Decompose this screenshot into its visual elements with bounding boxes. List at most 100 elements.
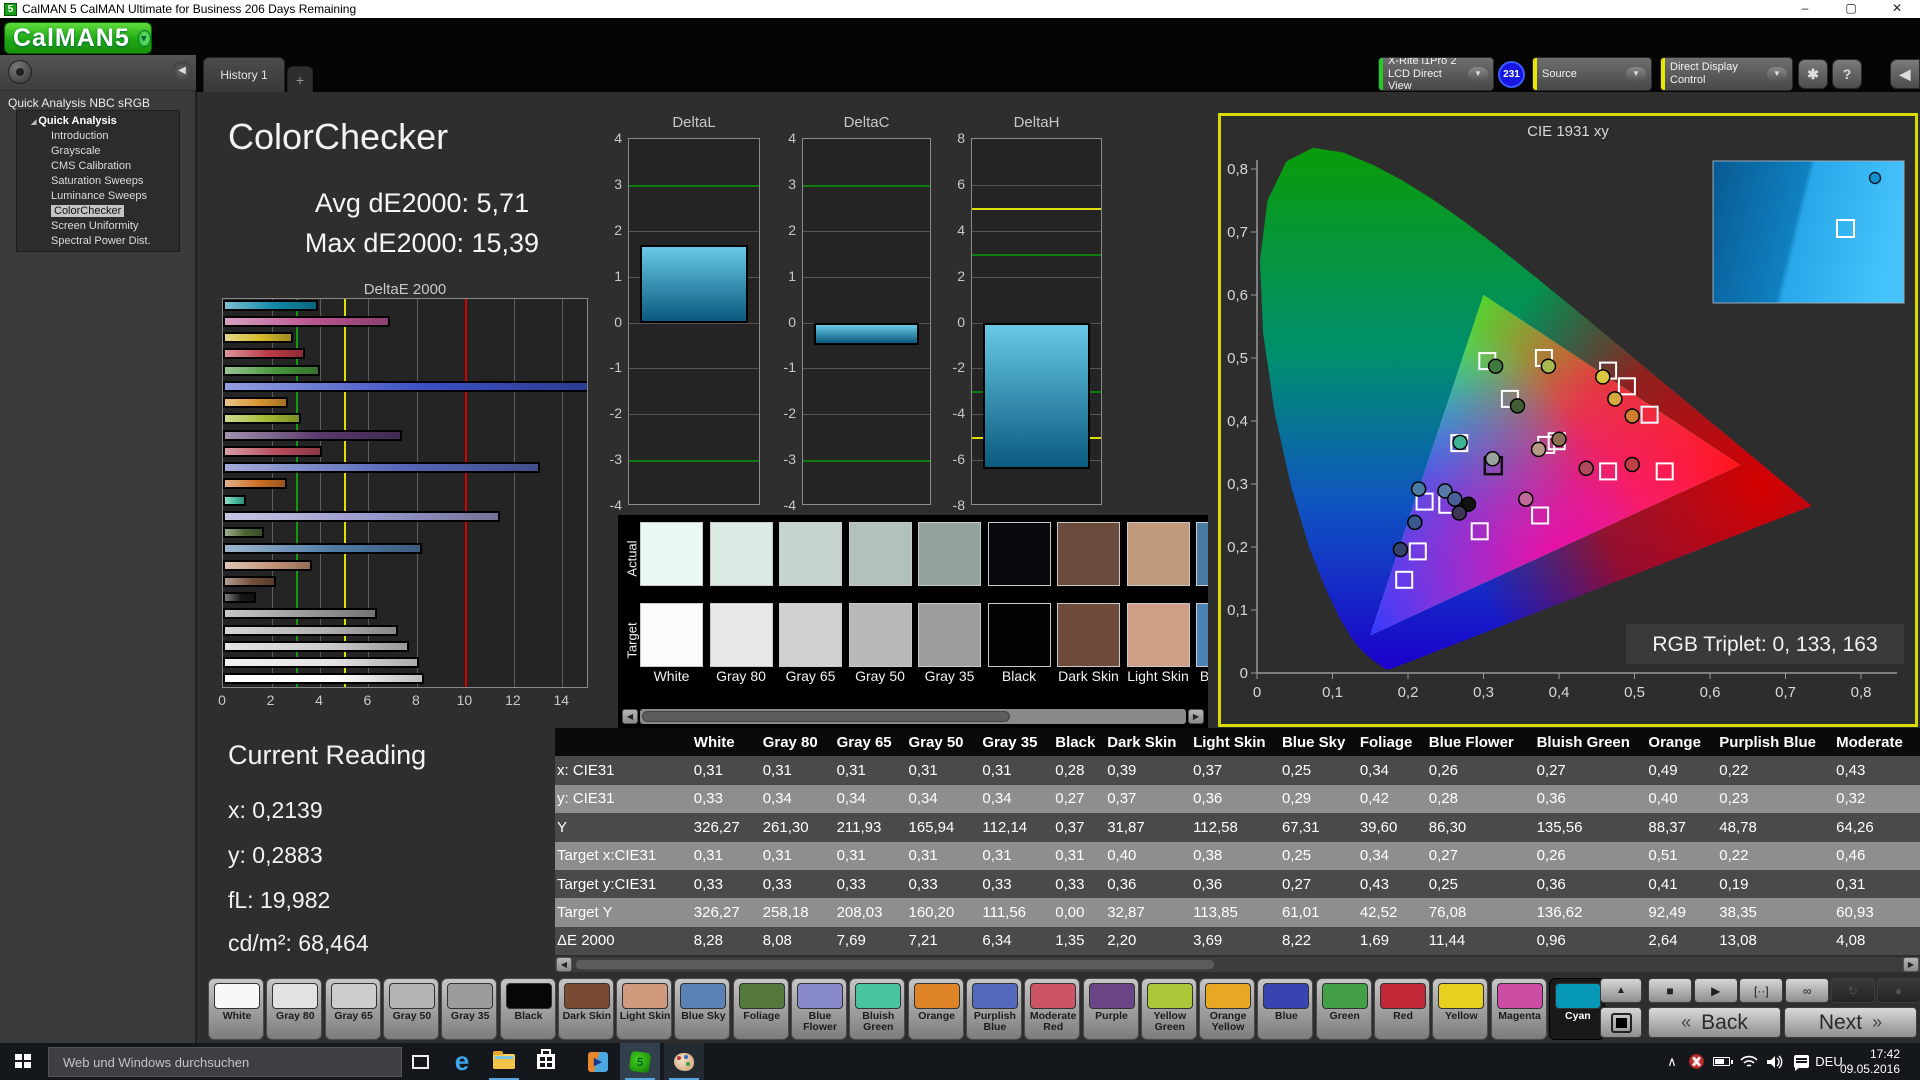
tab-history-1[interactable]: History 1 [203, 57, 285, 92]
table-cell: 0,36 [1536, 790, 1566, 808]
sidebar-item-screen-uniformity[interactable]: Screen Uniformity [17, 219, 179, 234]
pattern-button-yellow-green[interactable]: Yellow Green [1140, 978, 1197, 1040]
deltaL-y-tick: -4 [609, 497, 622, 513]
tray-expand-button[interactable]: ∧ [1660, 1043, 1684, 1080]
record-button[interactable]: ● [1876, 978, 1920, 1003]
pattern-window-button[interactable] [1600, 1007, 1642, 1038]
source-dropdown[interactable]: Source ▼ [1532, 57, 1652, 91]
svg-text:0,3: 0,3 [1473, 684, 1494, 701]
display-control-dropdown[interactable]: Direct Display Control ▼ [1660, 57, 1793, 91]
task-view-icon [411, 1054, 429, 1069]
pattern-button-purplish-blue[interactable]: Purplish Blue [965, 978, 1022, 1040]
maximize-button[interactable]: ▢ [1828, 0, 1874, 18]
table-cell: 0,28 [1055, 762, 1085, 780]
sidebar-item-grayscale[interactable]: Grayscale [17, 144, 179, 159]
swatch-scrollbar[interactable] [640, 709, 1186, 724]
table-cell: 0,38 [1193, 847, 1223, 865]
record-dot-button[interactable] [8, 60, 32, 84]
sidebar-item-introduction[interactable]: Introduction [17, 129, 179, 144]
deltaC-y-tick: -3 [783, 451, 796, 468]
pattern-button-gray-65[interactable]: Gray 65 [324, 978, 381, 1040]
settings-button[interactable]: ✱ [1798, 59, 1828, 89]
table-cell: 0,00 [1055, 904, 1085, 922]
task-view-button[interactable] [400, 1043, 440, 1080]
deltaC-y-tick: 2 [788, 221, 796, 238]
strip-collapse-button[interactable]: ▲ [1600, 978, 1642, 1003]
sidebar-item-quick-analysis[interactable]: Quick Analysis [17, 114, 179, 129]
loop-button[interactable]: ∞ [1785, 978, 1830, 1003]
media-player-button[interactable]: ▶ [578, 1043, 618, 1080]
close-button[interactable]: ✕ [1874, 0, 1920, 18]
collapse-panel-button[interactable]: ◀ [1890, 59, 1920, 89]
svg-text:0: 0 [1240, 665, 1248, 682]
taskbar-clock[interactable]: 17:42 09.05.2016 [1840, 1047, 1900, 1077]
cie-measured-point [1530, 441, 1547, 458]
pattern-button-gray-80[interactable]: Gray 80 [266, 978, 323, 1040]
scroll-right-icon[interactable]: ▶ [1188, 709, 1204, 724]
pattern-button-moderate-red[interactable]: Moderate Red [1024, 978, 1081, 1040]
step-button[interactable]: [··] [1739, 978, 1784, 1003]
meter-dropdown[interactable]: X-Rite i1Pro 2 LCD Direct View ▼ [1378, 57, 1494, 91]
tray-app-button[interactable] [1684, 1043, 1708, 1080]
play-button[interactable]: ▶ [1693, 978, 1738, 1003]
pattern-button-blue[interactable]: Blue [1257, 978, 1314, 1040]
sidebar-item-spectral-power-dist-[interactable]: Spectral Power Dist. [17, 234, 179, 249]
pattern-chip [214, 983, 260, 1009]
sidebar-item-cms-calibration[interactable]: CMS Calibration [17, 159, 179, 174]
stop-button[interactable]: ■ [1648, 978, 1692, 1003]
pattern-button-green[interactable]: Green [1315, 978, 1372, 1040]
edge-browser-button[interactable]: e [442, 1043, 482, 1080]
pattern-button-blue-sky[interactable]: Blue Sky [674, 978, 731, 1040]
file-explorer-button[interactable] [484, 1043, 524, 1080]
store-button[interactable] [526, 1043, 566, 1080]
pattern-button-gray-35[interactable]: Gray 35 [441, 978, 498, 1040]
pattern-button-orange[interactable]: Orange [907, 978, 964, 1040]
help-icon: ? [1842, 66, 1852, 82]
pattern-chip [855, 983, 902, 1009]
scroll-right-icon[interactable]: ▶ [1903, 957, 1919, 972]
action-center-button[interactable] [1788, 1043, 1814, 1080]
deltae-bar-bluish-green [223, 494, 247, 506]
battery-indicator[interactable] [1708, 1043, 1734, 1080]
deltaL-bar [640, 244, 748, 323]
taskbar-search-input[interactable]: Web und Windows durchsuchen [48, 1047, 402, 1077]
scroll-left-icon[interactable]: ◀ [622, 709, 638, 724]
swatch-scrollbar-thumb[interactable] [642, 711, 1010, 722]
sidebar-collapse-button[interactable]: ◀ [172, 61, 192, 81]
calman-logo-menu[interactable]: CalMAN5 ▼ [4, 22, 152, 54]
pattern-button-bluish-green[interactable]: Bluish Green [849, 978, 906, 1040]
pattern-button-magenta[interactable]: Magenta [1490, 978, 1547, 1040]
minimize-button[interactable]: – [1782, 0, 1828, 18]
wifi-indicator[interactable] [1736, 1043, 1762, 1080]
refresh-button[interactable]: ↻ [1830, 978, 1875, 1003]
help-button[interactable]: ? [1832, 59, 1862, 89]
table-scrollbar-thumb[interactable] [575, 959, 1215, 970]
pattern-button-yellow[interactable]: Yellow [1432, 978, 1489, 1040]
pattern-button-light-skin[interactable]: Light Skin [616, 978, 673, 1040]
scroll-left-icon[interactable]: ◀ [556, 957, 572, 972]
pattern-button-white[interactable]: White [208, 978, 264, 1040]
calman-taskbar-button[interactable]: 5 [620, 1043, 660, 1080]
table-cell: 0,33 [836, 875, 866, 893]
table-scrollbar[interactable]: ◀ ▶ [555, 957, 1920, 972]
pattern-button-blue-flower[interactable]: Blue Flower [791, 978, 847, 1040]
sidebar-item-colorchecker[interactable]: ColorChecker [17, 204, 179, 219]
pattern-button-orange-yellow[interactable]: Orange Yellow [1199, 978, 1256, 1040]
pattern-button-cyan[interactable]: Cyan [1548, 978, 1605, 1040]
cie-measured-point [1451, 505, 1468, 521]
volume-indicator[interactable] [1762, 1043, 1788, 1080]
paint-app-button[interactable] [664, 1043, 704, 1080]
sidebar-item-saturation-sweeps[interactable]: Saturation Sweeps [17, 174, 179, 189]
back-button[interactable]: « Back [1648, 1007, 1781, 1038]
start-button[interactable] [0, 1043, 48, 1080]
pattern-button-purple[interactable]: Purple [1082, 978, 1139, 1040]
next-button[interactable]: Next » [1784, 1007, 1917, 1038]
chevron-left-icon: ◀ [1899, 66, 1911, 82]
pattern-button-black[interactable]: Black [499, 978, 556, 1040]
pattern-button-dark-skin[interactable]: Dark Skin [557, 978, 614, 1040]
pattern-button-red[interactable]: Red [1374, 978, 1430, 1040]
tab-add-button[interactable]: + [287, 66, 313, 92]
pattern-button-foliage[interactable]: Foliage [732, 978, 789, 1040]
sidebar-item-luminance-sweeps[interactable]: Luminance Sweeps [17, 189, 179, 204]
pattern-button-gray-50[interactable]: Gray 50 [382, 978, 439, 1040]
